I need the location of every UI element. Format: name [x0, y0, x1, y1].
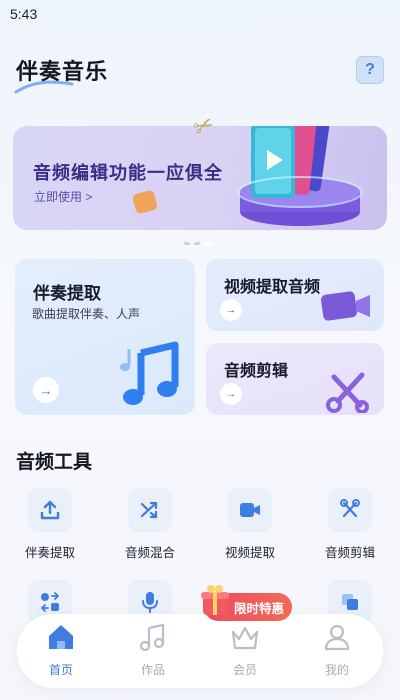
home-icon: [49, 625, 73, 649]
tab-membership[interactable]: 会员: [210, 622, 280, 678]
tool-audio-cut[interactable]: 音频剪辑: [310, 488, 390, 561]
tool-label: 音频混合: [124, 546, 175, 560]
bottom-tab-bar: 首页 作品 会员 我的: [17, 614, 383, 688]
accompaniment-extract-card[interactable]: 伴奏提取 歌曲提取伴奏、人声 →: [15, 259, 195, 415]
banner-title: 音频编辑功能一应俱全: [33, 163, 223, 183]
carousel-dot: [194, 242, 200, 245]
tab-label: 会员: [232, 663, 257, 677]
status-time: 5:43: [10, 6, 38, 22]
crown-icon: [231, 626, 259, 650]
card-title: 伴奏提取: [33, 284, 101, 303]
tab-label: 作品: [140, 663, 165, 677]
accompaniment-go-button[interactable]: →: [33, 377, 59, 403]
audio-cut-card[interactable]: 音频剪辑 →: [206, 343, 384, 415]
gift-icon: [201, 585, 229, 615]
tab-mine[interactable]: 我的: [302, 622, 372, 678]
video-audio-go-button[interactable]: →: [220, 299, 242, 321]
limited-offer-badge[interactable]: 限时特惠: [201, 585, 292, 621]
banner-use-now-link[interactable]: 立即使用 >: [34, 188, 92, 205]
card-title: 音频剪辑: [224, 363, 289, 380]
upload-icon: [28, 488, 72, 532]
tool-accompaniment-extract[interactable]: 伴奏提取: [10, 488, 90, 561]
section-title: 音频工具: [16, 452, 93, 473]
card-title: 视频提取音频: [224, 279, 321, 296]
user-icon: [324, 624, 350, 651]
media-stack-illustration: [237, 126, 363, 226]
carousel-dot: [184, 242, 190, 245]
tool-label: 音频剪辑: [324, 546, 375, 560]
tab-label: 我的: [324, 663, 349, 677]
video-camera-icon: [321, 291, 370, 321]
carousel-indicator: [184, 242, 214, 245]
tab-home[interactable]: 首页: [26, 622, 96, 678]
tool-label: 视频提取: [224, 546, 275, 560]
tool-audio-mix[interactable]: 音频混合: [110, 488, 190, 561]
small-note-icon: [120, 349, 131, 371]
card-subtitle: 歌曲提取伴奏、人声: [32, 307, 141, 321]
music-note-icon: [139, 623, 165, 652]
audio-cut-go-button[interactable]: →: [220, 383, 242, 405]
video-icon: [228, 488, 272, 532]
tool-label: 伴奏提取: [24, 546, 75, 560]
tab-works[interactable]: 作品: [118, 622, 188, 678]
carousel-dot-active: [204, 242, 214, 245]
scissors-icon: [328, 488, 372, 532]
promo-label: 限时特惠: [234, 601, 285, 616]
shuffle-icon: [128, 488, 172, 532]
title-swoosh-decoration: [14, 80, 74, 94]
scissors-icon: [326, 372, 369, 413]
tool-video-extract[interactable]: 视频提取: [210, 488, 290, 561]
help-button[interactable]: ?: [356, 56, 384, 84]
tab-label: 首页: [48, 663, 73, 677]
video-extract-audio-card[interactable]: 视频提取音频 →: [206, 259, 384, 331]
